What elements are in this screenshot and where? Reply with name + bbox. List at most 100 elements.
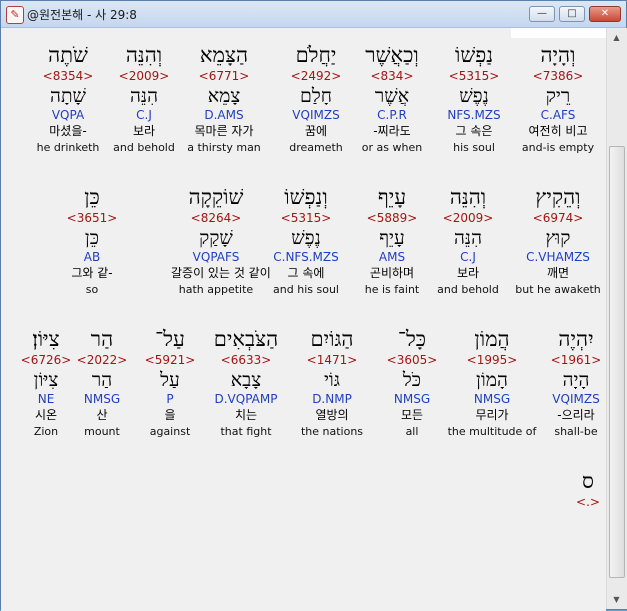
english-gloss: Zion	[33, 425, 59, 438]
vertical-scrollbar[interactable]: ▲ ▼	[606, 28, 627, 609]
parsing-code: VQIMZS	[292, 108, 340, 122]
hebrew-word: הַגּוֹיִם	[310, 327, 354, 351]
parsing-code: VQPAFS	[192, 250, 240, 264]
strong-number: <5315>	[448, 69, 500, 83]
english-gloss: the nations	[300, 425, 364, 438]
english-gloss: a thirsty man	[187, 141, 261, 154]
hebrew-word: הַצָּמֵא	[199, 43, 249, 67]
scroll-up-icon[interactable]: ▲	[609, 30, 624, 45]
lemma-word: נֶפֶשׁ	[291, 227, 321, 249]
scrollbar-thumb[interactable]	[609, 146, 625, 578]
parsing-code: AMS	[378, 250, 406, 264]
lemma-word: שָׁקַק	[199, 227, 233, 249]
strong-number: <6771>	[198, 69, 250, 83]
korean-gloss: 그와 같-	[71, 266, 113, 280]
book-icon[interactable]: ✎	[6, 6, 24, 24]
hebrew-word: עָיֵף	[377, 185, 407, 209]
korean-gloss: 여전히 비고	[528, 124, 588, 138]
korean-gloss: 그 속에	[287, 266, 325, 280]
strong-number: <5889>	[366, 211, 418, 225]
parsing-code: D.NMP	[312, 392, 352, 406]
hebrew-word: נַפְשׁוֹ	[454, 43, 494, 67]
hebrew-word: כָּל־	[397, 327, 427, 351]
word-block[interactable]: כָּל־ <3605> כֹּל NMSG 모든 all	[367, 326, 457, 440]
lemma-word: נֶפֶשׁ	[459, 85, 489, 107]
parsing-code: NE	[37, 392, 55, 406]
lemma-word: עָיֵף	[379, 227, 405, 249]
korean-gloss: 갈증이 있는 것 같이	[171, 266, 271, 280]
english-gloss: dreameth	[289, 141, 343, 154]
minimize-button[interactable]: —	[529, 6, 555, 22]
lemma-word: חָלַם	[300, 85, 332, 107]
word-block[interactable]: הַצָּמֵא <6771> צָמֵא D.AMS 목마른 자가 a thirsty …	[179, 42, 269, 156]
korean-gloss: 열방의	[315, 408, 349, 422]
app-window: ✎ @원전본해 - 사 29:8 — □ ✕ וְהָיָה <7386> רֵיק…	[0, 0, 627, 611]
hebrew-word: צִיּוֹן׃	[32, 327, 60, 351]
word-block[interactable]: יַחֲלֹם <2492> חָלַם VQIMZS 꿈에 dreameth	[271, 42, 361, 156]
word-block[interactable]: שֹׁתֶה <8354> שָׁתָה VQPA 마셨을-he drinketh	[23, 42, 113, 156]
strong-number: <2492>	[290, 69, 342, 83]
lemma-word: קוּץ	[545, 227, 571, 249]
korean-gloss: 꿈에	[304, 124, 328, 138]
parsing-code: D.AMS	[204, 108, 244, 122]
close-button[interactable]: ✕	[589, 6, 621, 22]
strong-number: <6974>	[532, 211, 584, 225]
strong-number: <8354>	[42, 69, 94, 83]
strong-number: <6726>	[20, 353, 72, 367]
english-gloss: he is faint	[364, 283, 420, 296]
word-block[interactable]: כֵּן <3651> כֵּן AB 그와 같-so	[47, 184, 137, 298]
hebrew-word: שׁוֹקֵקָה	[188, 185, 244, 209]
parsing-code: C.AFS	[540, 108, 576, 122]
word-block[interactable]: וְהֵקִיץ <6974> קוּץ C.VHAMZS 깨면 but he awake…	[513, 184, 603, 298]
korean-gloss: 시온	[34, 408, 58, 422]
maximize-button[interactable]: □	[559, 6, 585, 22]
word-block[interactable]: הַגּוֹיִם <1471> גּוֹי D.NMP 열방의 the nations	[287, 326, 377, 440]
strong-number: <7386>	[532, 69, 584, 83]
english-gloss: hath appetite	[178, 283, 254, 296]
parsing-code: C.NFS.MZS	[273, 250, 339, 264]
korean-gloss: 마셨을-	[49, 124, 87, 138]
korean-gloss: 무리가	[475, 408, 509, 422]
word-block[interactable]: שׁוֹקֵקָה <8264> שָׁקַק VQPAFS 갈증이 있는 것 같이 ha…	[171, 184, 271, 298]
word-block[interactable]: עָיֵף <5889> עָיֵף AMS 곤비하며 he is faint	[347, 184, 437, 298]
hebrew-word: יַחֲלֹם	[295, 43, 337, 67]
english-gloss: all	[405, 425, 419, 438]
title-bar[interactable]: ✎ @원전본해 - 사 29:8 — □ ✕	[1, 1, 626, 28]
lemma-word: רֵיק	[545, 85, 571, 107]
korean-gloss: 깨면	[546, 266, 570, 280]
strong-number: <3605>	[386, 353, 438, 367]
strong-number: <8264>	[190, 211, 242, 225]
english-gloss: so	[85, 283, 99, 296]
word-block[interactable]: נַפְשׁוֹ <5315> נֶפֶשׁ NFS.MZS 그 속은 his soul	[429, 42, 519, 156]
english-gloss: and-is empty	[521, 141, 595, 154]
lemma-word: הָמוֹן	[476, 369, 508, 391]
hebrew-word: וְנַפְשׁוֹ	[284, 185, 328, 209]
interlinear-text-pane[interactable]: וְהָיָה <7386> רֵיק C.AFS 여전히 비고 and-is empty…	[1, 28, 606, 611]
strong-number: <1995>	[466, 353, 518, 367]
english-gloss: his soul	[453, 141, 495, 154]
word-block[interactable]: הֲמוֹן <1995> הָמוֹן NMSG 무리가 the multitude o…	[447, 326, 537, 440]
parsing-code: VQPA	[51, 108, 85, 122]
english-gloss: but he awaketh	[515, 283, 601, 296]
window-title: @원전본해 - 사 29:8	[27, 8, 137, 22]
hebrew-word: וְהֵקִיץ	[535, 185, 581, 209]
lemma-word: גּוֹי	[323, 369, 341, 391]
word-block[interactable]: צִיּוֹן׃ <6726> צִיּוֹן NE 시온 Zion	[1, 326, 91, 440]
hebrew-word: שֹׁתֶה	[48, 43, 88, 67]
lemma-word: צָמֵא	[207, 85, 241, 107]
lemma-word: כֵּן	[84, 227, 100, 249]
parsing-code: NFS.MZS	[447, 108, 501, 122]
english-gloss: the multitude of	[447, 425, 537, 438]
parsing-code: C.VHAMZS	[526, 250, 590, 264]
word-block[interactable]: וְהָיָה <7386> רֵיק C.AFS 여전히 비고 and-is empty	[513, 42, 603, 156]
korean-gloss: 모든	[400, 408, 424, 422]
word-block[interactable]: וְנַפְשׁוֹ <5315> נֶפֶשׁ C.NFS.MZS 그 속에 and h…	[261, 184, 351, 298]
hebrew-word: הֲמוֹן	[474, 327, 510, 351]
hebrew-word: כֵּן	[84, 185, 100, 209]
strong-number: <1471>	[306, 353, 358, 367]
lemma-word: שָׁתָה	[50, 85, 86, 107]
parsing-code: NMSG	[393, 392, 431, 406]
korean-gloss: 곤비하며	[369, 266, 415, 280]
scroll-down-icon[interactable]: ▼	[609, 592, 624, 607]
header-strip	[511, 28, 606, 38]
